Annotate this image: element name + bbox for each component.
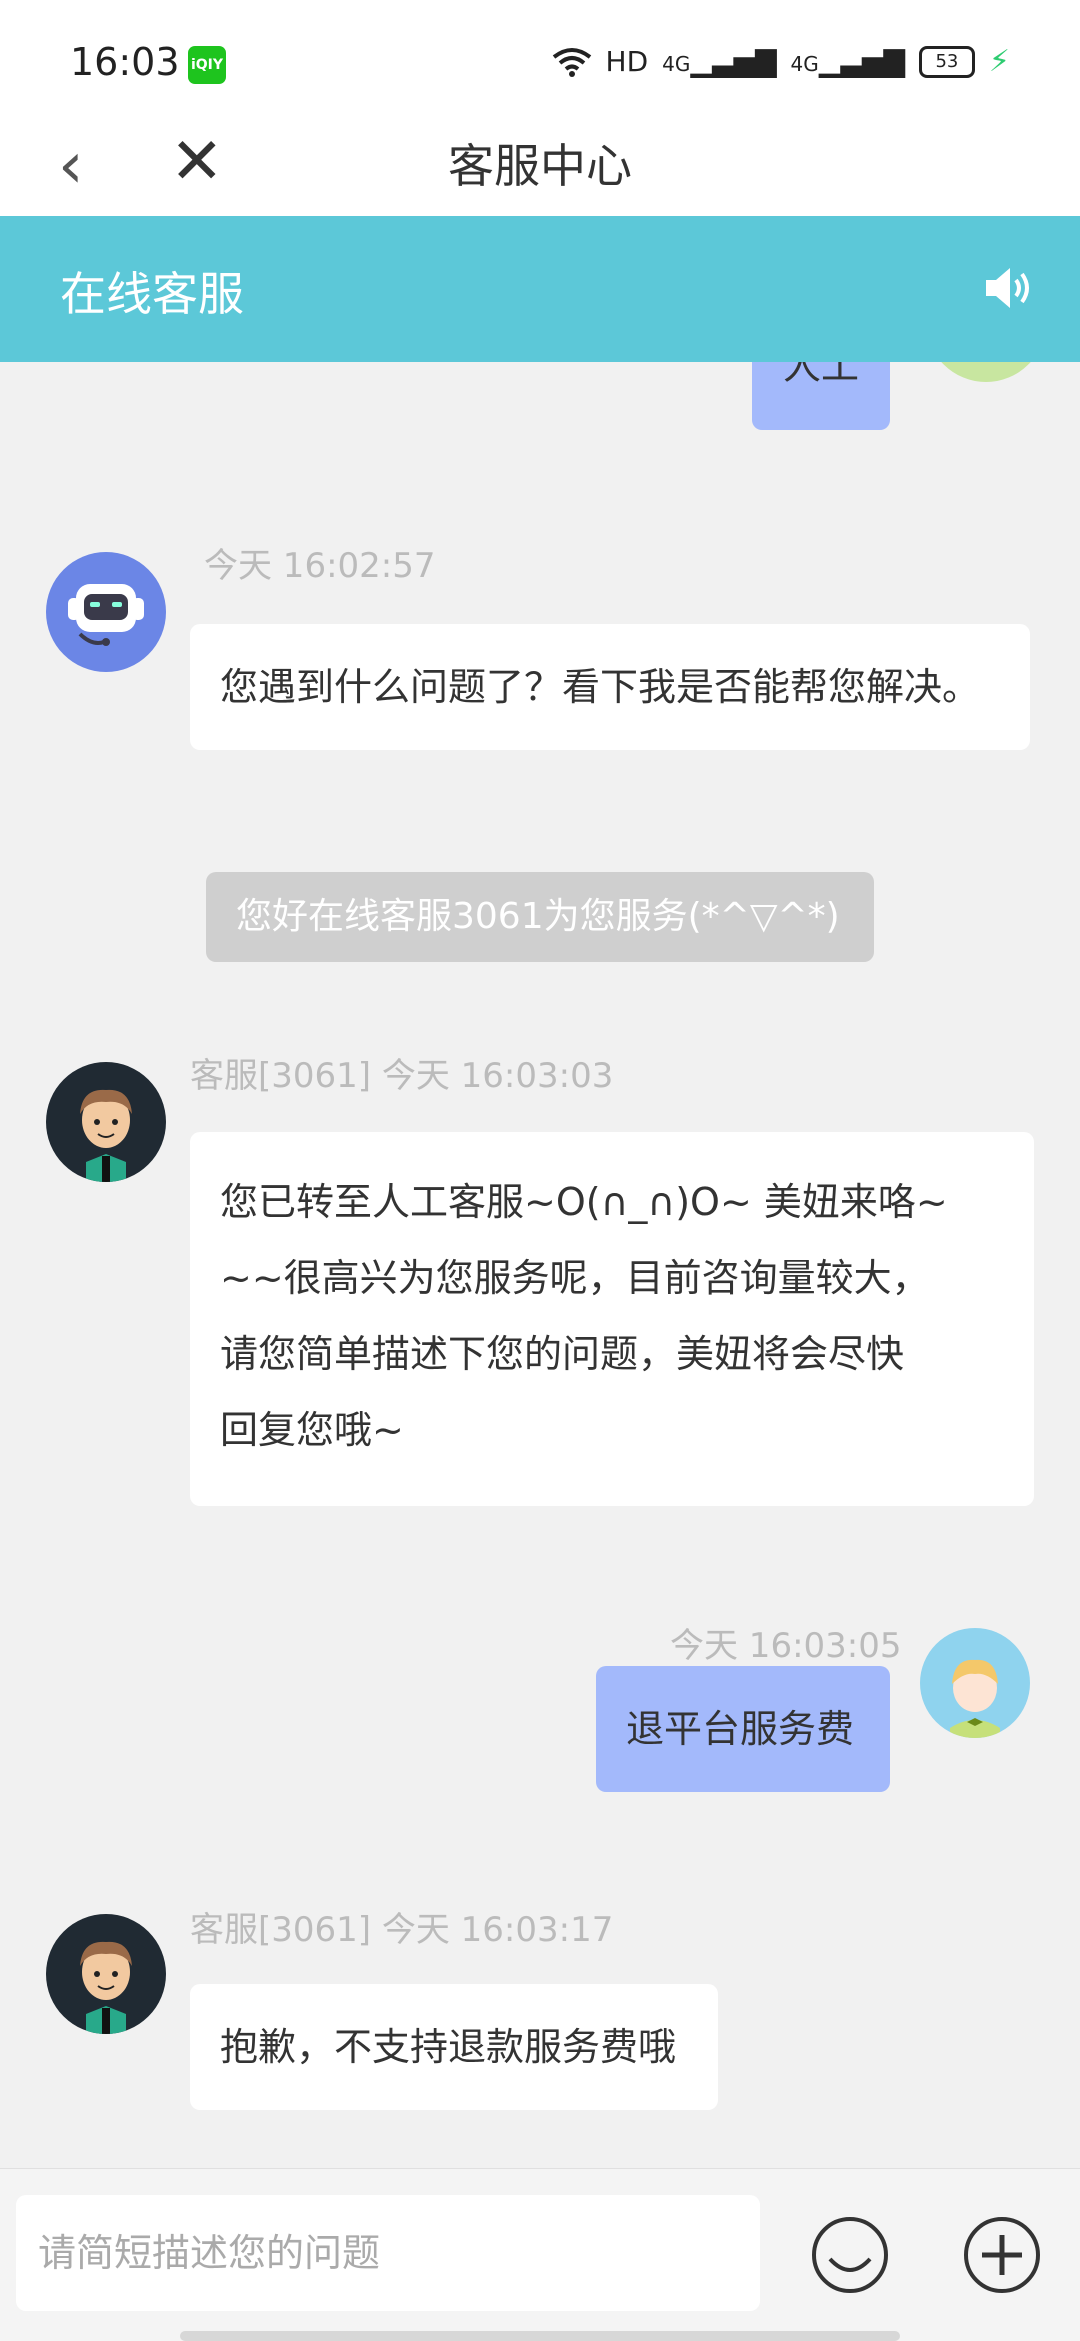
message-text: 退平台服务费 (626, 1707, 855, 1751)
status-time: 16:03 (70, 40, 180, 84)
battery-icon: 53 (918, 45, 975, 78)
service-title: 在线客服 (60, 267, 244, 321)
message-text: 您遇到什么问题了？看下我是否能帮您解决。 (220, 665, 981, 709)
status-icons: HD 4G▁▃▅▇ 4G▁▃▅▇ 53 ⚡ (552, 44, 1010, 79)
page-title: 客服中心 (448, 139, 632, 193)
speaker-icon[interactable] (984, 266, 1034, 310)
chat-area[interactable]: 人工 今天 16:02:57 您遇到什么问题了？看下我是否能帮您解决。 您好在线… (0, 362, 1080, 2168)
message-text-line-3: 请您简单描述下您的问题，美妞将会尽快 (220, 1332, 905, 1376)
bot-message-bubble: 您遇到什么问题了？看下我是否能帮您解决。 (190, 624, 1030, 750)
agent-timestamp: 客服[3061] 今天 16:03:03 (190, 1056, 614, 1096)
bot-timestamp: 今天 16:02:57 (204, 546, 436, 586)
user-face-icon (950, 1659, 1000, 1738)
agent-avatar-2 (46, 1914, 166, 2034)
system-notice: 您好在线客服3061为您服务(*^▽^*) (206, 872, 874, 962)
signal-4g-label: 4G (662, 52, 691, 76)
user-message-bubble: 退平台服务费 (596, 1666, 890, 1792)
charging-icon: ⚡ (988, 44, 1010, 79)
agent-message-bubble-2: 抱歉，不支持退款服务费哦 (190, 1984, 718, 2110)
signal-4g-icon: 4G▁▃▅▇ (662, 45, 777, 78)
user-timestamp: 今天 16:03:05 (670, 1626, 902, 1666)
signal-4g-label-2: 4G (790, 52, 819, 76)
message-text-line-4: 回复您哦~ (220, 1408, 404, 1452)
robot-avatar (46, 552, 166, 672)
nav-bar: ‹ ✕ 客服中心 (0, 120, 1080, 216)
emoji-icon[interactable] (810, 2215, 890, 2295)
message-bubble-user-partial: 人工 (752, 362, 890, 430)
input-bar (0, 2168, 1080, 2341)
message-input[interactable] (16, 2195, 760, 2311)
agent-face-icon (80, 1089, 132, 1182)
message-text-line-2: ~~很高兴为您服务呢，目前咨询量较大， (220, 1256, 930, 1300)
agent-avatar (46, 1062, 166, 1182)
service-header: 在线客服 (0, 216, 1080, 362)
agent-timestamp-2: 客服[3061] 今天 16:03:17 (190, 1910, 614, 1950)
user-avatar (920, 1628, 1030, 1738)
message-text: 抱歉，不支持退款服务费哦 (220, 2025, 677, 2069)
message-text: 人工 (782, 362, 859, 388)
iqiyi-app-icon: iQIY (188, 46, 226, 84)
add-icon[interactable] (962, 2215, 1042, 2295)
wifi-icon (552, 47, 591, 77)
agent-message-bubble: 您已转至人工客服~O(∩_∩)O~ 美妞来咯~ ~~很高兴为您服务呢，目前咨询量… (190, 1132, 1034, 1506)
hd-indicator: HD (605, 45, 649, 78)
status-bar: 16:03 iQIY HD 4G▁▃▅▇ 4G▁▃▅▇ 53 ⚡ (0, 0, 1080, 120)
user-avatar-partial (926, 362, 1046, 382)
agent-face-icon (80, 1941, 132, 2034)
robot-icon (68, 584, 144, 646)
message-text-line-1: 您已转至人工客服~O(∩_∩)O~ 美妞来咯~ (220, 1180, 948, 1224)
signal-4g-icon-2: 4G▁▃▅▇ (790, 45, 905, 78)
